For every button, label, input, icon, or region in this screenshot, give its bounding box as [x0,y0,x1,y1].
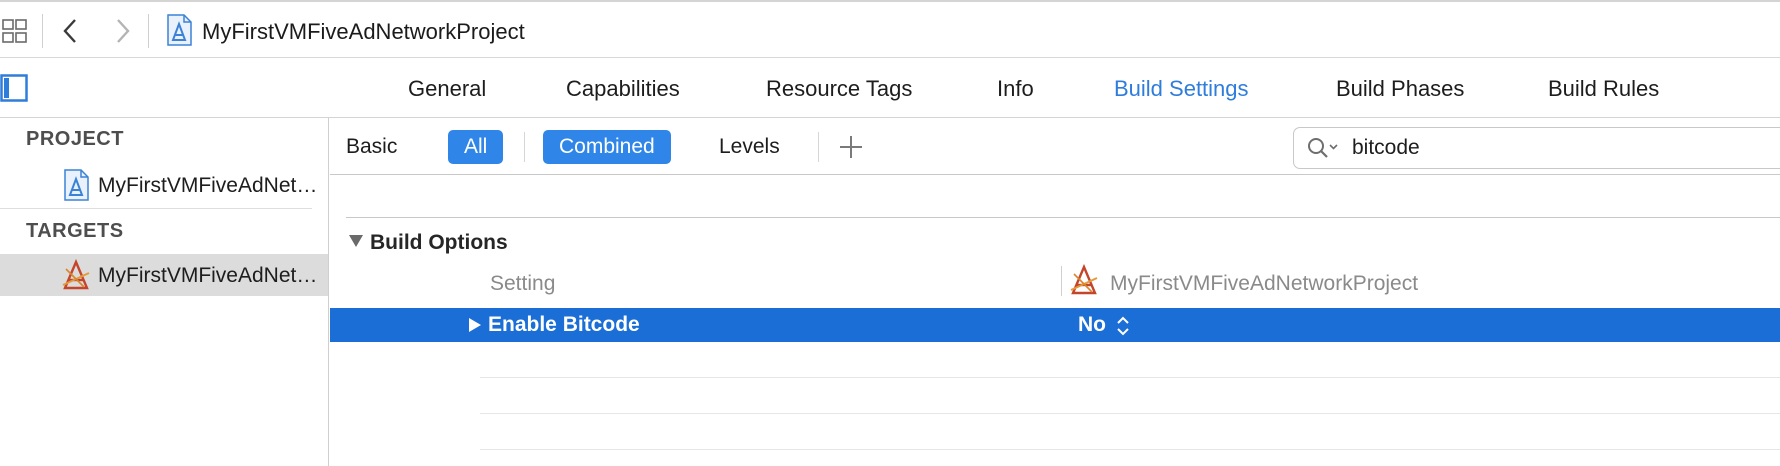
jump-bar: MyFirstVMFiveAdNetworkProject [0,0,1780,58]
sidebar-item-project[interactable]: MyFirstVMFiveAdNetworkProject [0,164,328,206]
chevron-left-icon[interactable] [60,18,82,44]
row-divider [480,377,1780,378]
section-title[interactable]: Build Options [370,231,508,255]
view-levels-button[interactable]: Levels [703,130,796,164]
tab-info[interactable]: Info [997,76,1034,102]
xcode-project-icon [64,169,89,201]
filter-divider [524,132,525,162]
setting-value-popup[interactable]: No [1078,313,1106,337]
sidebar-item-label: MyFirstVMFiveAdNetworkProject [98,264,323,287]
sidebar-divider [0,208,312,209]
column-header-setting[interactable]: Setting [490,272,555,296]
popup-stepper-icon[interactable] [1116,315,1130,337]
tab-build-settings[interactable]: Build Settings [1114,76,1249,102]
build-settings-filter-bar: Basic All Combined Levels [330,118,1780,175]
editor-tab-bar: General Capabilities Resource Tags Info … [0,58,1780,118]
row-divider [480,449,1780,450]
tab-build-rules[interactable]: Build Rules [1548,76,1659,102]
row-divider [480,413,1780,414]
app-target-icon [62,259,90,290]
search-input[interactable] [1352,134,1772,162]
related-items-grid-icon[interactable] [2,18,28,44]
view-combined-button[interactable]: Combined [543,130,671,164]
column-header-target[interactable]: MyFirstVMFiveAdNetworkProject [1110,272,1418,296]
sidebar-toggle-icon[interactable] [0,74,28,102]
targets-section-header: TARGETS [26,220,124,242]
filter-basic-button[interactable]: Basic [330,130,413,164]
toolbar-divider [42,14,43,48]
project-section-header: PROJECT [26,128,124,150]
chevron-right-icon[interactable] [112,18,134,44]
sidebar-item-target[interactable]: MyFirstVMFiveAdNetworkProject [0,254,328,296]
plus-icon[interactable] [836,132,866,162]
project-title[interactable]: MyFirstVMFiveAdNetworkProject [202,19,525,45]
filter-divider [818,132,819,162]
disclosure-triangle-down-icon[interactable] [348,234,364,248]
setting-name: Enable Bitcode [488,313,640,336]
table-row[interactable]: Enable Bitcode No [330,308,1780,342]
search-field[interactable] [1293,127,1780,169]
tab-build-phases[interactable]: Build Phases [1336,76,1464,102]
filter-all-button[interactable]: All [448,130,504,164]
column-divider [1061,266,1062,296]
section-divider [346,217,1780,218]
tab-resource-tags[interactable]: Resource Tags [766,76,912,102]
search-icon[interactable] [1306,136,1340,160]
toolbar-divider [148,14,149,48]
tab-general[interactable]: General [408,76,486,102]
project-navigator-sidebar: PROJECT MyFirstVMFiveAdNetworkProject TA… [0,118,329,466]
tab-capabilities[interactable]: Capabilities [566,76,680,102]
sidebar-item-label: MyFirstVMFiveAdNetworkProject [98,174,323,197]
xcode-project-icon [167,14,192,46]
disclosure-triangle-right-icon[interactable] [468,317,482,333]
app-target-icon [1070,264,1098,295]
build-settings-table: Build Options Setting MyFirstVMFiveAdNet… [330,176,1780,466]
